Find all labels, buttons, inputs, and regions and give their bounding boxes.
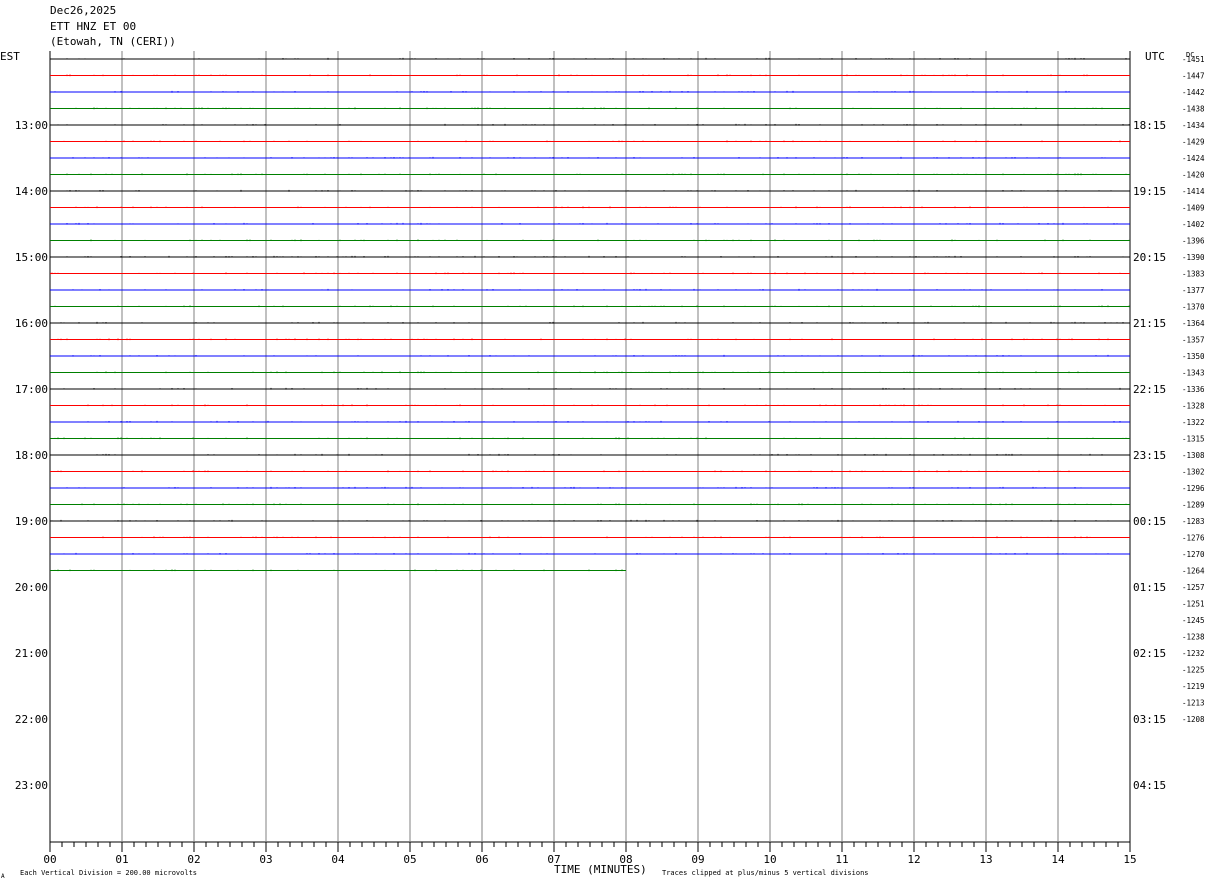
dc-offset-label: -1442: [1182, 88, 1205, 97]
right-time-label: 19:15: [1133, 185, 1166, 198]
x-tick-label: 04: [331, 853, 345, 866]
dc-offset-label: -1219: [1182, 682, 1205, 691]
left-time-label: 23:00: [15, 779, 48, 792]
dc-offset-label: -1232: [1182, 649, 1205, 658]
dc-offset-label: -1414: [1182, 187, 1205, 196]
dc-offset-label: -1343: [1182, 369, 1205, 378]
x-tick-label: 15: [1123, 853, 1136, 866]
dc-offset-label: -1383: [1182, 270, 1205, 279]
dc-offset-label: -1357: [1182, 336, 1205, 345]
x-tick-label: 14: [1051, 853, 1065, 866]
label-layer: 00 01 02 03 04 05 06 07 08 09 10 11 12 13 14 1513:0014:…: [15, 55, 1205, 866]
dc-offset-label: -1434: [1182, 121, 1205, 130]
dc-offset-label: -1225: [1182, 666, 1205, 675]
grid-layer: [49, 51, 1131, 852]
right-time-label: 18:15: [1133, 119, 1166, 132]
x-tick-label: 03: [259, 853, 272, 866]
dc-offset-label: -1238: [1182, 633, 1205, 642]
left-time-label: 21:00: [15, 647, 48, 660]
dc-label: DC: [1186, 51, 1194, 59]
dc-offset-label: -1390: [1182, 253, 1205, 262]
dc-offset-label: -1336: [1182, 385, 1205, 394]
dc-offset-label: -1377: [1182, 286, 1205, 295]
dc-offset-label: -1409: [1182, 204, 1205, 213]
dc-offset-label: -1364: [1182, 319, 1205, 328]
dc-offset-label: -1264: [1182, 567, 1205, 576]
x-tick-label: 06: [475, 853, 488, 866]
dc-offset-label: -1208: [1182, 715, 1205, 724]
left-time-label: 16:00: [15, 317, 48, 330]
dc-offset-label: -1447: [1182, 72, 1205, 81]
x-tick-label: 10: [763, 853, 776, 866]
left-time-label: 19:00: [15, 515, 48, 528]
dc-offset-label: -1429: [1182, 138, 1205, 147]
x-tick-label: 05: [403, 853, 416, 866]
right-time-label: 00:15: [1133, 515, 1166, 528]
right-time-label: 01:15: [1133, 581, 1166, 594]
x-tick-label: 13: [979, 853, 992, 866]
left-time-label: 22:00: [15, 713, 48, 726]
dc-offset-label: -1276: [1182, 534, 1205, 543]
dc-offset-label: -1302: [1182, 468, 1205, 477]
x-tick-label: 11: [835, 853, 848, 866]
seismogram-chart: 00 01 02 03 04 05 06 07 08 09 10 11 12 13 14 1513:0014:…: [0, 50, 1205, 880]
left-time-label: 17:00: [15, 383, 48, 396]
dc-offset-label: -1328: [1182, 402, 1205, 411]
dc-offset-label: -1350: [1182, 352, 1205, 361]
x-tick-label: 09: [691, 853, 704, 866]
dc-offset-label: -1322: [1182, 418, 1205, 427]
dc-offset-label: -1251: [1182, 600, 1205, 609]
left-time-label: 13:00: [15, 119, 48, 132]
right-axis-title: UTC: [1145, 50, 1165, 63]
trace-layer: [50, 57, 1130, 572]
footer-mark: A: [1, 873, 5, 880]
dc-offset-label: -1308: [1182, 451, 1205, 460]
x-axis-label: TIME (MINUTES): [554, 863, 647, 876]
right-time-label: 02:15: [1133, 647, 1166, 660]
dc-offset-label: -1420: [1182, 171, 1205, 180]
left-axis-title: EST: [0, 50, 20, 63]
left-time-label: 14:00: [15, 185, 48, 198]
dc-offset-label: -1296: [1182, 484, 1205, 493]
left-time-label: 20:00: [15, 581, 48, 594]
left-time-label: 15:00: [15, 251, 48, 264]
x-tick-label: 00: [43, 853, 56, 866]
dc-offset-label: -1289: [1182, 501, 1205, 510]
footer-left: Each Vertical Division = 200.00 microvol…: [20, 869, 197, 877]
x-tick-label: 12: [907, 853, 920, 866]
right-time-label: 03:15: [1133, 713, 1166, 726]
right-time-label: 23:15: [1133, 449, 1166, 462]
dc-offset-label: -1270: [1182, 550, 1205, 559]
right-time-label: 04:15: [1133, 779, 1166, 792]
right-time-label: 20:15: [1133, 251, 1166, 264]
dc-offset-label: -1213: [1182, 699, 1205, 708]
left-time-label: 18:00: [15, 449, 48, 462]
dc-offset-label: -1283: [1182, 517, 1205, 526]
dc-offset-label: -1424: [1182, 154, 1205, 163]
footer-right: Traces clipped at plus/minus 5 vertical …: [662, 869, 869, 877]
dc-offset-label: -1245: [1182, 616, 1205, 625]
x-tick-label: 01: [115, 853, 128, 866]
right-time-label: 22:15: [1133, 383, 1166, 396]
dc-offset-label: -1315: [1182, 435, 1205, 444]
right-time-label: 21:15: [1133, 317, 1166, 330]
dc-offset-label: -1438: [1182, 105, 1205, 114]
dc-offset-label: -1396: [1182, 237, 1205, 246]
dc-offset-label: -1257: [1182, 583, 1205, 592]
dc-offset-label: -1402: [1182, 220, 1205, 229]
x-tick-label: 02: [187, 853, 200, 866]
dc-offset-label: -1370: [1182, 303, 1205, 312]
